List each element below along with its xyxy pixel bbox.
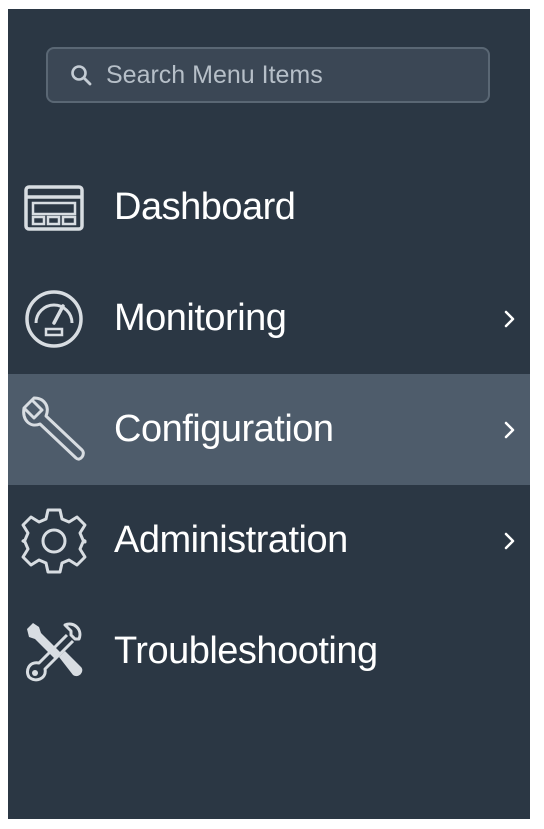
chevron-right-icon: [502, 419, 518, 441]
gauge-icon: [18, 283, 90, 355]
menu-item-administration[interactable]: Administration: [8, 485, 530, 596]
chevron-right-icon: [502, 530, 518, 552]
menu-list: Dashboard Monitoring Configuration Admin…: [8, 152, 530, 707]
menu-item-label: Monitoring: [114, 297, 287, 339]
menu-item-dashboard[interactable]: Dashboard: [8, 152, 530, 263]
gear-icon: [18, 505, 90, 577]
menu-item-configuration[interactable]: Configuration: [8, 374, 530, 485]
menu-item-label: Dashboard: [114, 186, 296, 228]
menu-item-troubleshooting[interactable]: Troubleshooting: [8, 596, 530, 707]
search-box[interactable]: [46, 47, 490, 103]
dashboard-icon: [18, 172, 90, 244]
sidebar-nav: Dashboard Monitoring: [8, 9, 530, 819]
menu-item-label: Configuration: [114, 408, 334, 450]
chevron-right-icon: [502, 308, 518, 330]
wrench-icon: [18, 394, 90, 466]
menu-item-label: Troubleshooting: [114, 630, 378, 672]
search-input[interactable]: [106, 55, 488, 95]
search-icon: [68, 62, 94, 88]
menu-item-label: Administration: [114, 519, 348, 561]
tools-icon: [18, 616, 90, 688]
menu-item-monitoring[interactable]: Monitoring: [8, 263, 530, 374]
